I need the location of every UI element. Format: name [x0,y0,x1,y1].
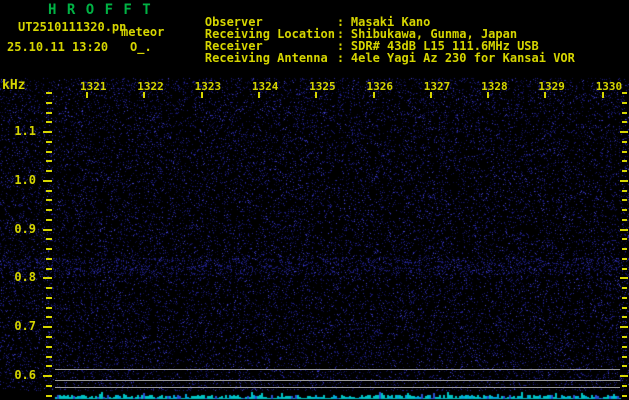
signal-reference-line [55,380,620,381]
freq-axis-label: 1.0 [14,172,36,187]
freq-tick-right [620,228,628,231]
freq-tick-left [46,140,52,143]
time-axis-label: 1329 [538,80,565,93]
signal-reference-line [55,387,620,388]
time-axis-label: 1328 [481,80,508,93]
freq-tick-left [46,248,52,251]
time-axis-label: 1324 [251,80,279,93]
freq-tick-right [622,218,627,221]
freq-tick-left [46,267,52,270]
freq-tick-right [622,257,627,260]
observation-datetime: 25.10.11 13:20 [7,40,109,54]
freq-tick-right [622,150,627,153]
freq-tick-left [46,101,52,104]
freq-tick-left [43,179,52,182]
freq-tick-left [46,121,52,124]
time-axis-label: 1326 [366,80,394,93]
freq-tick-left [46,257,52,260]
freq-tick-left [46,111,52,114]
freq-tick-right [620,131,628,134]
freq-axis-label: 0.6 [14,368,36,382]
freq-tick-right [622,267,627,270]
freq-tick-right [622,248,627,251]
freq-tick-right [622,345,627,348]
freq-axis-unit-label: kHz [2,78,26,93]
freq-tick-right [622,189,627,192]
freq-tick-right [622,238,627,241]
freq-tick-right [622,316,627,319]
freq-tick-right [622,394,627,397]
freq-tick-right [622,101,627,104]
freq-tick-left [46,365,52,368]
freq-tick-left [46,209,52,212]
freq-tick-left [46,92,52,94]
freq-tick-right [622,140,627,143]
freq-axis-label: 0.7 [14,319,36,334]
freq-tick-right [622,287,627,290]
info-separator: : [336,51,345,65]
freq-tick-left [46,160,52,163]
info-label: Receiving Antenna [204,51,328,65]
freq-tick-left [46,345,52,348]
freq-tick-right [622,92,627,94]
freq-tick-left [46,306,52,309]
freq-tick-left [46,336,52,338]
freq-axis-label: 0.8 [14,270,36,285]
freq-tick-left [43,375,52,378]
freq-tick-right [622,296,627,299]
time-axis-label: 1321 [80,80,107,93]
freq-tick-right [622,355,627,358]
freq-tick-left [46,189,52,192]
freq-tick-right [620,375,628,378]
freq-tick-left [46,238,52,241]
freq-tick-right [620,179,628,182]
freq-tick-right [622,306,627,309]
app-title: H R O F F T [48,2,152,18]
time-axis-label: 1327 [423,80,451,93]
freq-tick-left [43,326,52,329]
freq-tick-right [622,336,627,338]
signal-reference-line [55,369,620,370]
freq-tick-left [46,150,52,153]
info-value: 4ele Yagi Az 230 for Kansai VOR [350,51,575,65]
freq-tick-left [43,228,52,231]
freq-tick-right [622,384,627,387]
freq-tick-left [46,384,52,387]
freq-tick-left [46,199,52,202]
freq-tick-right [622,170,627,173]
freq-tick-right [622,160,627,163]
time-axis-label: 1322 [137,80,164,93]
freq-tick-right [622,121,627,124]
freq-axis-label: 0.9 [14,221,36,236]
hrofft-spectrogram-screen: H R O F F T UT2510111320.pn meteor 25.10… [0,0,629,400]
freq-tick-right [622,111,627,114]
freq-tick-left [46,287,52,290]
status-marker: O_. [130,40,152,54]
info-row-receiving-antenna: Receiving Antenna:4ele Yagi Az 230 for K… [176,40,575,76]
output-filename: UT2510111320.pn [18,20,127,34]
time-axis-label: 1325 [309,80,336,93]
freq-tick-left [46,394,52,397]
freq-tick-right [620,277,628,280]
freq-tick-right [622,365,627,368]
freq-tick-left [46,316,52,319]
time-axis-label: 1330 [595,80,623,93]
freq-tick-left [43,277,52,280]
freq-tick-right [622,199,627,202]
freq-tick-left [46,355,52,358]
station-label: meteor [121,25,165,39]
freq-tick-right [620,326,628,329]
freq-tick-left [46,296,52,299]
freq-tick-right [622,209,627,212]
freq-axis-label: 1.1 [14,124,36,138]
freq-tick-left [46,170,52,173]
freq-tick-left [46,218,52,221]
freq-tick-left [43,131,52,134]
time-axis-label: 1323 [194,80,222,93]
